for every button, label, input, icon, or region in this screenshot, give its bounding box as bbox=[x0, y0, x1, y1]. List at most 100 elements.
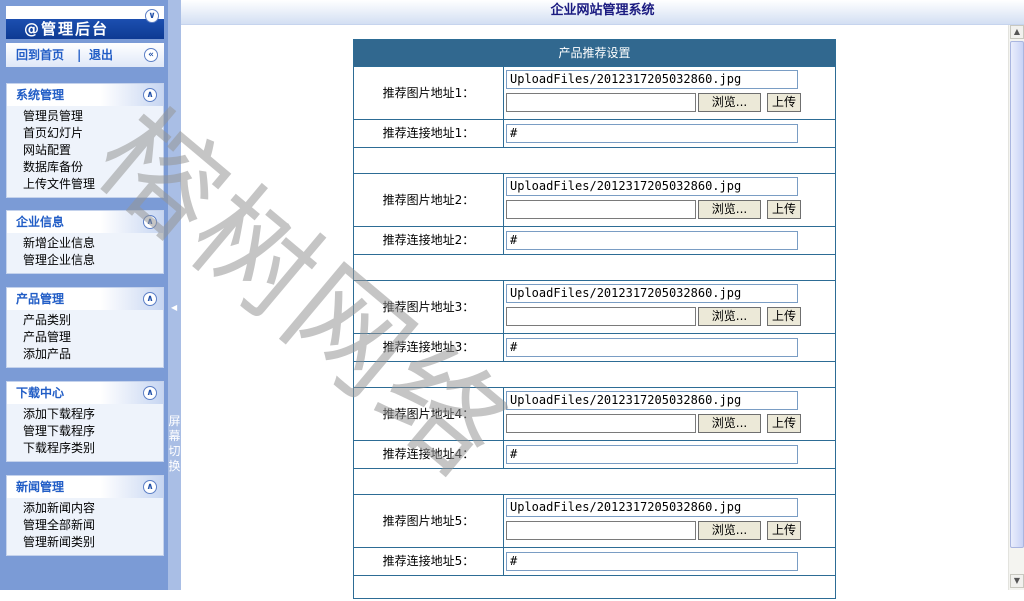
image-url-input[interactable]: UploadFiles/2012317205032860.jpg bbox=[506, 177, 798, 196]
menu-item[interactable]: 上传文件管理 bbox=[23, 176, 163, 193]
menu-item[interactable]: 下载程序类别 bbox=[23, 440, 163, 457]
menu-item[interactable]: 网站配置 bbox=[23, 142, 163, 159]
link-url-label: 推荐连接地址1： bbox=[354, 120, 504, 147]
upload-button[interactable]: 上传 bbox=[767, 414, 801, 433]
link-url-input[interactable]: # bbox=[506, 338, 798, 357]
menu-item[interactable]: 产品类别 bbox=[23, 312, 163, 329]
browse-button[interactable]: 浏览... bbox=[698, 307, 761, 326]
image-url-label: 推荐图片地址1： bbox=[354, 67, 504, 119]
menu-group: 企业信息 ∧ 新增企业信息 管理企业信息 bbox=[6, 210, 164, 274]
menu-item[interactable]: 管理全部新闻 bbox=[23, 517, 163, 534]
scroll-up-icon[interactable]: ▲ bbox=[1010, 25, 1024, 39]
collapse-left-icon[interactable]: « bbox=[144, 48, 158, 62]
image-url-row: 推荐图片地址5： UploadFiles/2012317205032860.jpg… bbox=[354, 494, 835, 547]
menu-group-title[interactable]: 下载中心 bbox=[16, 386, 64, 400]
spacer-row bbox=[354, 147, 835, 173]
collapse-all-icon[interactable]: ∨ bbox=[145, 9, 159, 23]
menu-item[interactable]: 新增企业信息 bbox=[23, 235, 163, 252]
sidebar: @管理后台 ∨ 回到首页 | 退出 « 系统管理 ∧ 管理员管理 首页幻灯片 网站配置数… bbox=[0, 0, 168, 590]
file-path-input[interactable] bbox=[506, 414, 696, 433]
menu-group-title[interactable]: 系统管理 bbox=[16, 88, 64, 102]
screen-toggle-label[interactable]: 屏幕切换 bbox=[168, 414, 181, 474]
link-url-label: 推荐连接地址4： bbox=[354, 441, 504, 468]
collapse-group-icon[interactable]: ∧ bbox=[143, 215, 157, 229]
screen-toggle-strip[interactable]: ◀ 屏幕切换 bbox=[168, 0, 181, 590]
menu-list: 添加新闻内容 管理全部新闻 管理新闻类别 bbox=[7, 498, 163, 555]
file-path-input[interactable] bbox=[506, 307, 696, 326]
file-path-input[interactable] bbox=[506, 521, 696, 540]
menu-group-title[interactable]: 产品管理 bbox=[16, 292, 64, 306]
menu-group: 产品管理 ∧ 产品类别 产品管理 添加产品 bbox=[6, 287, 164, 368]
image-url-label: 推荐图片地址4： bbox=[354, 388, 504, 440]
image-url-row: 推荐图片地址4： UploadFiles/2012317205032860.jpg… bbox=[354, 387, 835, 440]
menu-group-title[interactable]: 新闻管理 bbox=[16, 480, 64, 494]
menu-item[interactable]: 管理新闻类别 bbox=[23, 534, 163, 551]
menu-list: 管理员管理 首页幻灯片 网站配置 数据库备份 上传文件管理 bbox=[7, 106, 163, 197]
link-url-row: 推荐连接地址1： # bbox=[354, 119, 835, 147]
menu-item[interactable]: 添加下载程序 bbox=[23, 406, 163, 423]
menu-group-header[interactable]: 企业信息 ∧ bbox=[7, 211, 163, 233]
collapse-group-icon[interactable]: ∧ bbox=[143, 386, 157, 400]
image-url-label: 推荐图片地址3： bbox=[354, 281, 504, 333]
link-url-input[interactable]: # bbox=[506, 445, 798, 464]
upload-button[interactable]: 上传 bbox=[767, 200, 801, 219]
menu-item[interactable]: 产品管理 bbox=[23, 329, 163, 346]
panel-title: 产品推荐设置 bbox=[354, 40, 835, 66]
menu-item[interactable]: 管理下载程序 bbox=[23, 423, 163, 440]
menu-group-title[interactable]: 企业信息 bbox=[16, 215, 64, 229]
collapse-group-icon[interactable]: ∧ bbox=[143, 480, 157, 494]
collapse-group-icon[interactable]: ∧ bbox=[143, 292, 157, 306]
menu-item[interactable]: 添加新闻内容 bbox=[23, 500, 163, 517]
link-url-input[interactable]: # bbox=[506, 552, 798, 571]
menu-group-header[interactable]: 系统管理 ∧ bbox=[7, 84, 163, 106]
file-path-input[interactable] bbox=[506, 200, 696, 219]
toggle-arrow-icon[interactable]: ◀ bbox=[171, 303, 177, 312]
menu-item[interactable]: 数据库备份 bbox=[23, 159, 163, 176]
scrollbar-thumb[interactable] bbox=[1010, 41, 1024, 548]
image-url-input[interactable]: UploadFiles/2012317205032860.jpg bbox=[506, 284, 798, 303]
menu-group-header[interactable]: 新闻管理 ∧ bbox=[7, 476, 163, 498]
menu-group: 系统管理 ∧ 管理员管理 首页幻灯片 网站配置 数据库备份 上传文件管理 bbox=[6, 83, 164, 198]
scroll-down-icon[interactable]: ▼ bbox=[1010, 574, 1024, 588]
file-path-input[interactable] bbox=[506, 93, 696, 112]
top-header: 企业网站管理系统 bbox=[181, 0, 1024, 25]
link-url-label: 推荐连接地址5： bbox=[354, 548, 504, 575]
page-title: 企业网站管理系统 bbox=[550, 3, 655, 18]
link-url-row: 推荐连接地址2： # bbox=[354, 226, 835, 254]
menu-item[interactable]: 首页幻灯片 bbox=[23, 125, 163, 142]
image-url-input[interactable]: UploadFiles/2012317205032860.jpg bbox=[506, 498, 798, 517]
logout-link[interactable]: 退出 bbox=[89, 43, 113, 67]
spacer-row bbox=[354, 575, 835, 601]
link-url-label: 推荐连接地址3： bbox=[354, 334, 504, 361]
image-url-row: 推荐图片地址1： UploadFiles/2012317205032860.jpg… bbox=[354, 66, 835, 119]
browse-button[interactable]: 浏览... bbox=[698, 93, 761, 112]
browse-button[interactable]: 浏览... bbox=[698, 521, 761, 540]
brand-header: @管理后台 ∨ bbox=[6, 6, 164, 39]
image-url-input[interactable]: UploadFiles/2012317205032860.jpg bbox=[506, 70, 798, 89]
link-url-row: 推荐连接地址5： # bbox=[354, 547, 835, 575]
upload-button[interactable]: 上传 bbox=[767, 307, 801, 326]
menu-item[interactable]: 管理员管理 bbox=[23, 108, 163, 125]
quick-links: 回到首页 | 退出 « bbox=[6, 43, 164, 67]
image-url-input[interactable]: UploadFiles/2012317205032860.jpg bbox=[506, 391, 798, 410]
menu-group-header[interactable]: 下载中心 ∧ bbox=[7, 382, 163, 404]
browse-button[interactable]: 浏览... bbox=[698, 200, 761, 219]
link-url-row: 推荐连接地址4： # bbox=[354, 440, 835, 468]
image-url-label: 推荐图片地址5： bbox=[354, 495, 504, 547]
menu-item[interactable]: 添加产品 bbox=[23, 346, 163, 363]
upload-button[interactable]: 上传 bbox=[767, 93, 801, 112]
menu-item[interactable]: 管理企业信息 bbox=[23, 252, 163, 269]
spacer-row bbox=[354, 361, 835, 387]
menu-group: 下载中心 ∧ 添加下载程序 管理下载程序 下载程序类别 bbox=[6, 381, 164, 462]
image-url-row: 推荐图片地址2： UploadFiles/2012317205032860.jpg… bbox=[354, 173, 835, 226]
link-url-input[interactable]: # bbox=[506, 231, 798, 250]
image-url-label: 推荐图片地址2： bbox=[354, 174, 504, 226]
browse-button[interactable]: 浏览... bbox=[698, 414, 761, 433]
link-url-input[interactable]: # bbox=[506, 124, 798, 143]
spacer-row bbox=[354, 468, 835, 494]
home-link[interactable]: 回到首页 bbox=[16, 43, 64, 67]
upload-button[interactable]: 上传 bbox=[767, 521, 801, 540]
menu-group-header[interactable]: 产品管理 ∧ bbox=[7, 288, 163, 310]
vertical-scrollbar[interactable]: ▲ ▼ bbox=[1008, 25, 1024, 590]
collapse-group-icon[interactable]: ∧ bbox=[143, 88, 157, 102]
